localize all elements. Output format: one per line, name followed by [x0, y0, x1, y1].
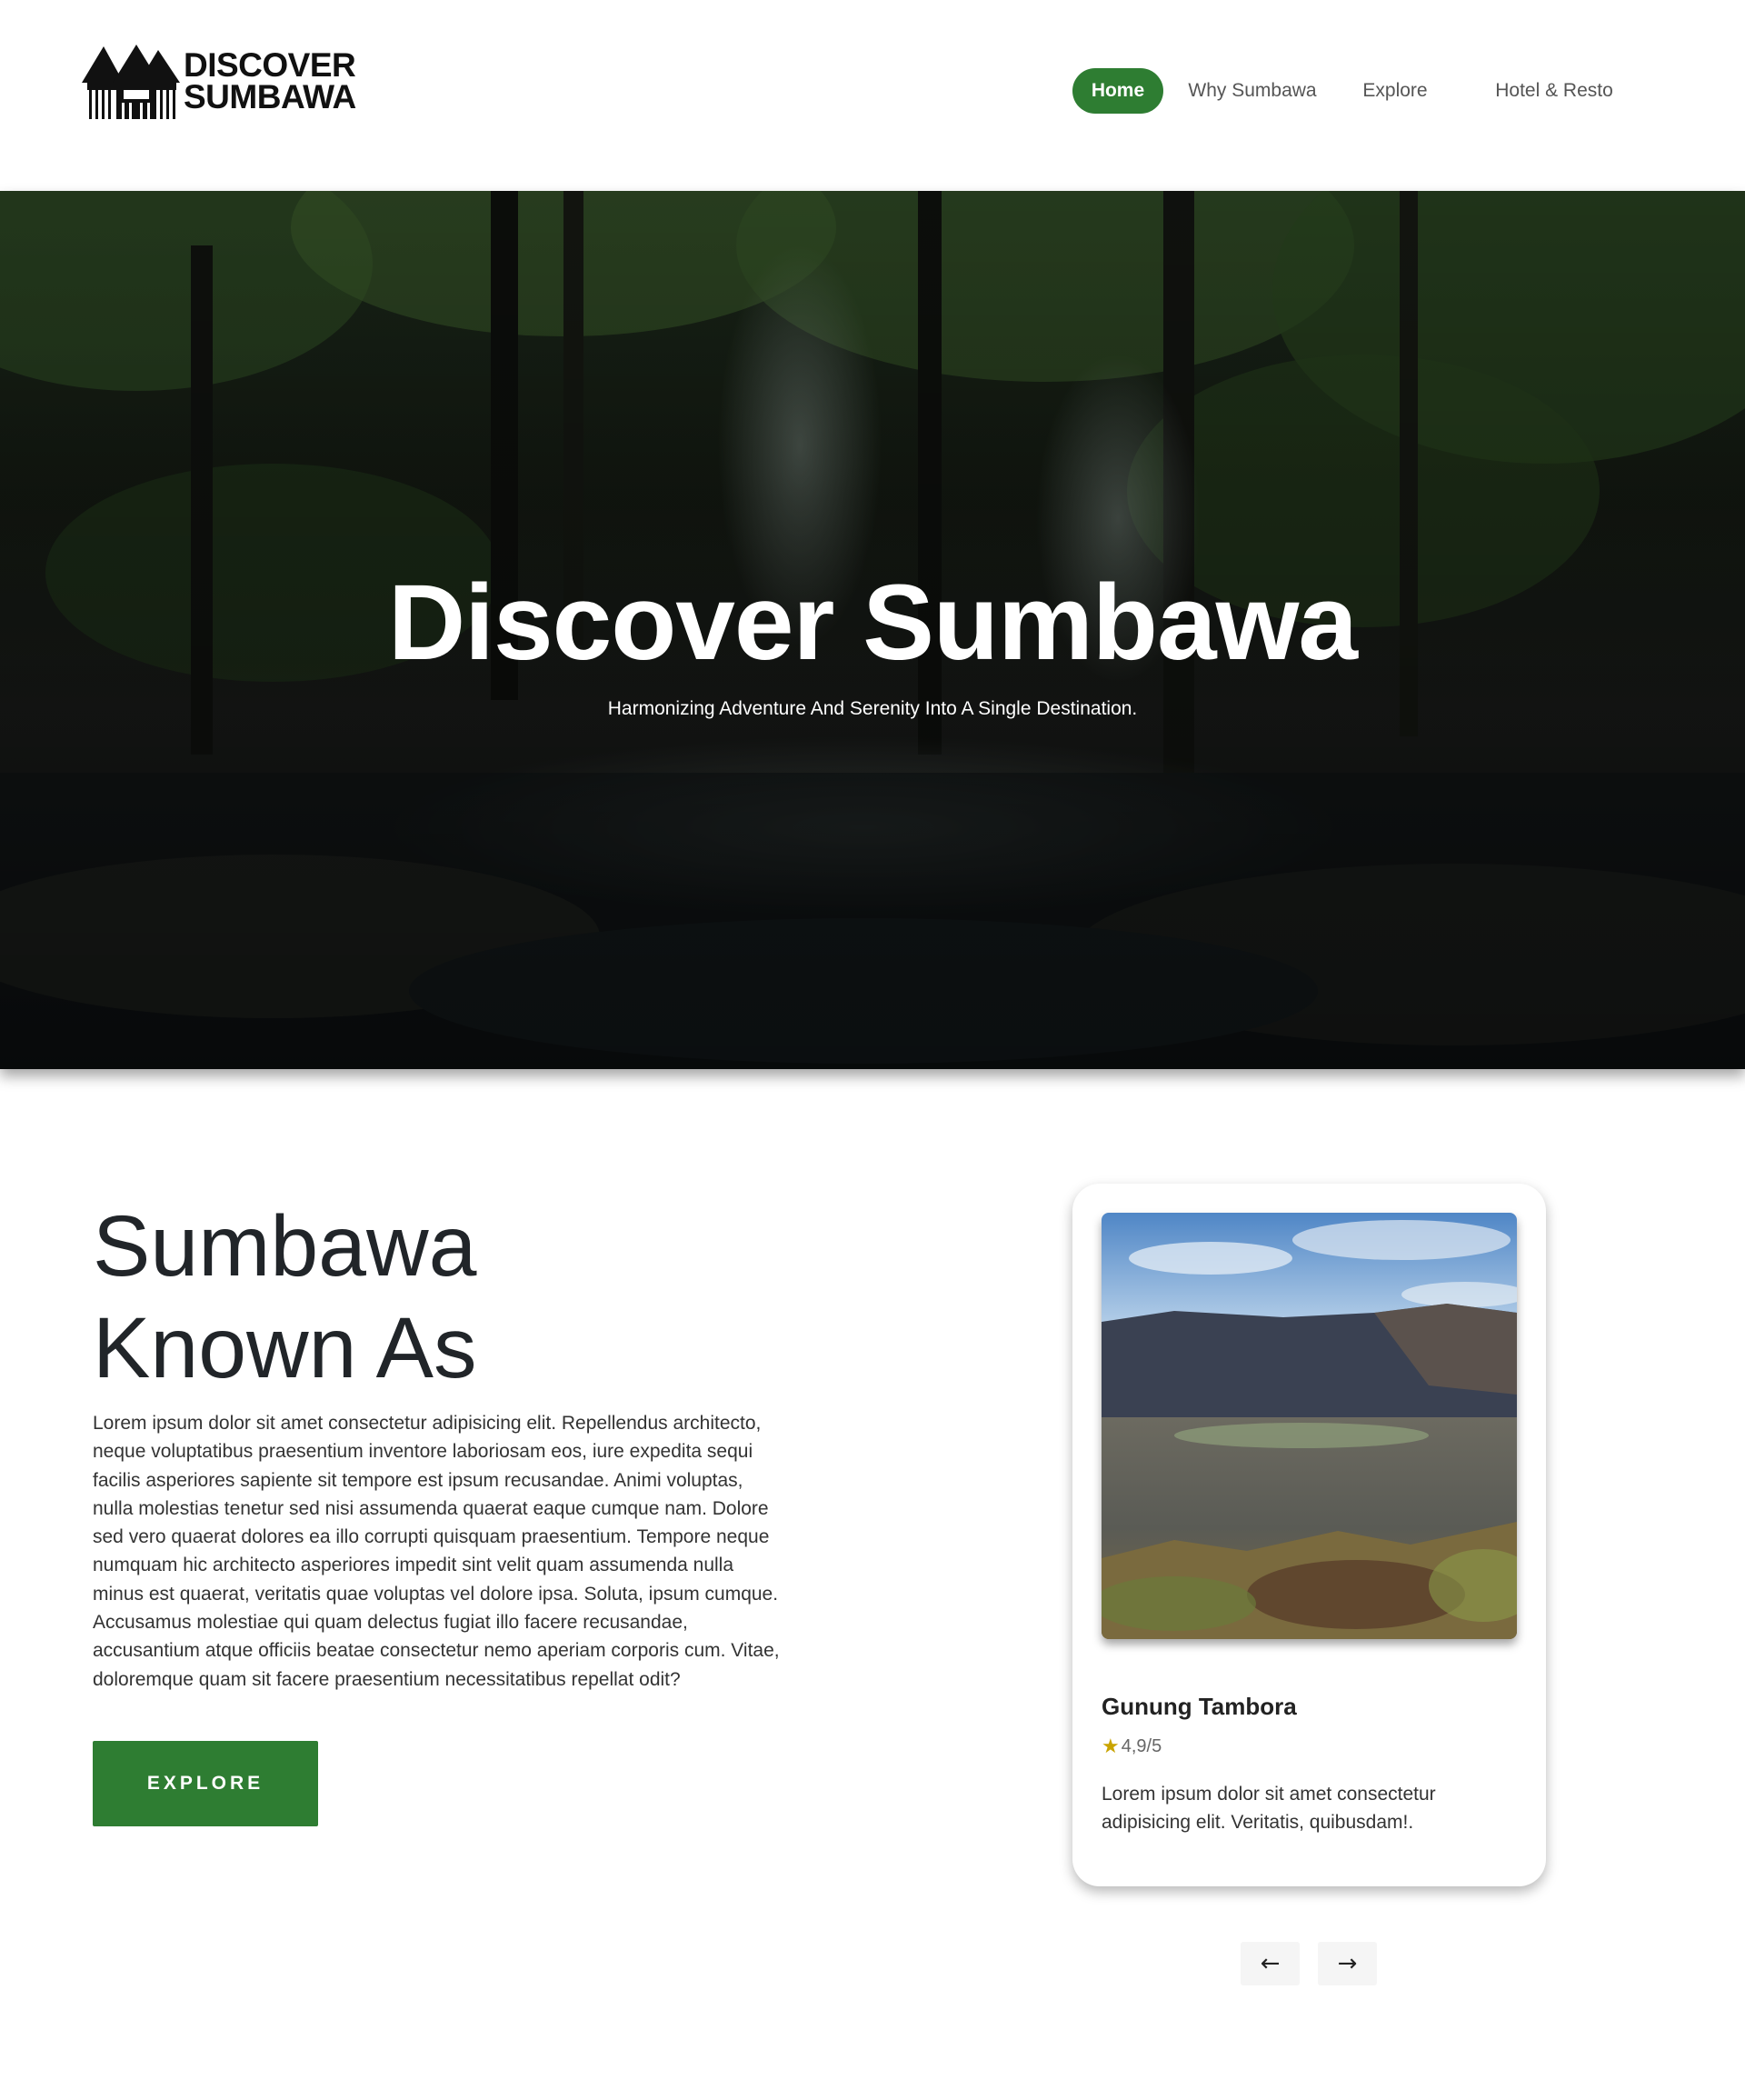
destination-image — [1102, 1213, 1517, 1639]
arrow-right-icon[interactable]: → — [1318, 1942, 1377, 1985]
nav-explore[interactable]: Explore — [1345, 68, 1445, 114]
nav-why-sumbawa[interactable]: Why Sumbawa — [1180, 68, 1325, 114]
brand-wordmark: DISCOVER SUMBAWA — [184, 46, 356, 115]
rating-value: 4,9/5 — [1121, 1735, 1162, 1756]
arrow-left-icon[interactable]: ← — [1241, 1942, 1300, 1985]
brand-logo[interactable]: DISCOVER SUMBAWA — [82, 43, 356, 119]
house-logo-icon — [82, 45, 180, 119]
explore-button[interactable]: EXPLORE — [93, 1741, 318, 1826]
tambora-crater-image — [1102, 1213, 1517, 1639]
hero-banner: Discover Sumbawa Harmonizing Adventure A… — [0, 191, 1745, 1069]
brand-line-2: SUMBAWA — [184, 78, 356, 115]
about-title-line-1: Sumbawa — [93, 1198, 477, 1295]
navbar: DISCOVER SUMBAWA Home Why Sumbawa Explor… — [0, 0, 1745, 191]
card-rating: ★ 4,9/5 — [1102, 1735, 1162, 1758]
about-paragraph: Lorem ipsum dolor sit amet consectetur a… — [93, 1413, 780, 1690]
star-icon: ★ — [1102, 1735, 1120, 1757]
card-description: Lorem ipsum dolor sit amet consectetur a… — [1102, 1784, 1436, 1833]
hero-subtitle: Harmonizing Adventure And Serenity Into … — [607, 698, 1138, 719]
nav-home[interactable]: Home — [1072, 68, 1163, 114]
about-title-line-2: Known As — [93, 1300, 477, 1396]
hero-title: Discover Sumbawa — [387, 563, 1358, 683]
nav-hotel-resto[interactable]: Hotel & Resto — [1481, 68, 1627, 114]
about-title: Sumbawa Known As — [93, 1195, 477, 1399]
destination-card[interactable]: Gunung Tambora ★ 4,9/5 Lorem ipsum dolor… — [1072, 1184, 1546, 1886]
brand-line-1: DISCOVER — [184, 46, 356, 84]
card-title: Gunung Tambora — [1102, 1693, 1297, 1720]
